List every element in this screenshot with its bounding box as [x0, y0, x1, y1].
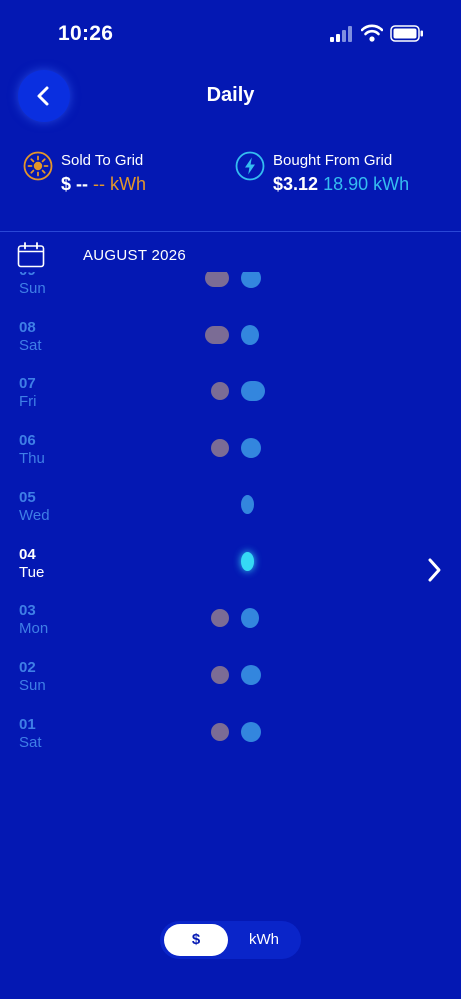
next-day-button[interactable]	[420, 555, 448, 585]
sold-dot	[211, 665, 229, 684]
day-name: Wed	[19, 506, 50, 524]
day-number: 09	[19, 272, 36, 279]
sun-icon	[23, 151, 53, 181]
day-row[interactable]: 04 Tue	[0, 546, 461, 602]
bought-from-grid-label: Bought From Grid	[273, 152, 393, 169]
day-row[interactable]: 07 Fri	[0, 375, 461, 431]
month-selector: AUGUST 2026	[0, 240, 461, 270]
bought-dot	[241, 438, 261, 459]
sold-money-value: $ --	[61, 174, 88, 194]
sold-dot	[211, 722, 229, 741]
day-name: Mon	[19, 620, 49, 638]
calendar-icon[interactable]	[17, 242, 45, 268]
day-number: 08	[19, 318, 36, 336]
dollar-toggle-option[interactable]: $	[164, 924, 228, 956]
kwh-toggle-option[interactable]: kWh	[232, 924, 296, 956]
bought-dot	[241, 608, 259, 629]
day-row[interactable]: 05 Wed	[0, 489, 461, 545]
day-row[interactable]: 06 Thu	[0, 432, 461, 488]
day-row[interactable]: 02 Sun	[0, 659, 461, 715]
day-name: Sat	[19, 336, 42, 354]
page-title: Daily	[206, 84, 255, 106]
day-number: 06	[19, 432, 36, 450]
day-number: 07	[19, 375, 36, 393]
header: Daily	[0, 70, 461, 122]
sold-dot	[211, 382, 229, 401]
wifi-icon	[361, 24, 383, 42]
day-row[interactable]: 03 Mon	[0, 602, 461, 658]
bought-dot	[241, 721, 261, 742]
bought-dot	[241, 381, 265, 402]
daily-list[interactable]: 09 Sun 08 Sat 07 Fri 06 Thu 05 Wed 04 Tu…	[0, 272, 461, 792]
status-bar: 10:26	[0, 0, 461, 70]
bought-energy-value: 18.90 kWh	[323, 174, 410, 194]
sold-to-grid-label: Sold To Grid	[61, 152, 144, 169]
day-name: Fri	[19, 393, 37, 411]
sold-to-grid-values: $ -- -- kWh	[61, 174, 146, 195]
sold-dot	[205, 272, 229, 287]
day-number: 02	[19, 658, 36, 676]
day-name: Thu	[19, 450, 45, 468]
day-name: Tue	[19, 563, 45, 581]
day-row[interactable]: 09 Sun	[0, 272, 461, 318]
bought-dot	[241, 272, 261, 288]
day-name: Sat	[19, 733, 42, 751]
day-number: 03	[19, 602, 36, 620]
lightning-icon	[235, 151, 265, 181]
month-label: AUGUST 2026	[83, 247, 187, 264]
unit-toggle: $ kWh	[160, 921, 301, 959]
sold-dot	[211, 439, 229, 458]
divider	[0, 231, 461, 232]
sold-dot	[211, 609, 229, 628]
day-name: Sun	[19, 676, 46, 694]
status-time: 10:26	[58, 22, 114, 45]
cellular-signal-icon	[330, 26, 352, 42]
bought-from-grid-values: $3.12 18.90 kWh	[273, 174, 409, 195]
battery-icon	[390, 25, 423, 42]
day-number: 01	[19, 715, 36, 733]
day-row[interactable]: 01 Sat	[0, 716, 461, 772]
bought-dot	[241, 324, 259, 345]
day-name: Sun	[19, 280, 46, 297]
bought-dot	[241, 495, 254, 515]
bought-dot	[241, 664, 261, 685]
day-row[interactable]: 08 Sat	[0, 319, 461, 375]
day-number: 05	[19, 488, 36, 506]
day-number: 04	[19, 545, 36, 563]
grid-summary: Sold To Grid $ -- -- kWh Bought From Gri…	[0, 148, 461, 218]
bought-money-value: $3.12	[273, 174, 319, 194]
sold-energy-value: -- kWh	[93, 174, 147, 194]
chevron-right-icon	[428, 558, 441, 582]
sold-dot	[205, 325, 229, 344]
bought-dot	[241, 552, 254, 571]
